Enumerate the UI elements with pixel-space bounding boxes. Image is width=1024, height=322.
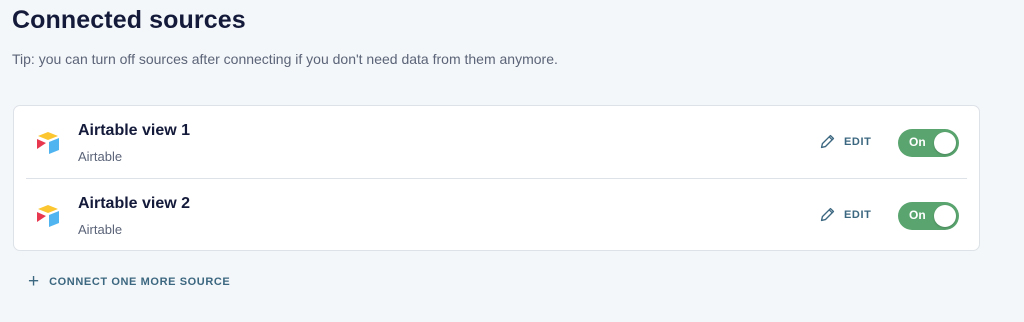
toggle-label: On	[909, 208, 926, 222]
edit-button[interactable]: EDIT	[819, 206, 871, 223]
page-title: Connected sources	[12, 6, 246, 34]
source-row: Airtable view 1 Airtable EDIT On	[14, 106, 979, 178]
sources-list: Airtable view 1 Airtable EDIT On Airtabl…	[13, 105, 980, 251]
plus-icon: +	[28, 271, 40, 292]
source-type: Airtable	[78, 222, 123, 237]
toggle-knob	[934, 132, 956, 154]
pencil-icon	[820, 134, 835, 149]
source-toggle[interactable]: On	[898, 129, 959, 157]
airtable-logo-icon	[37, 132, 59, 154]
source-name: Airtable view 2	[78, 195, 191, 212]
connect-more-source-button[interactable]: + CONNECT ONE MORE SOURCE	[28, 271, 231, 292]
toggle-label: On	[909, 135, 926, 149]
source-toggle[interactable]: On	[898, 202, 959, 230]
source-name: Airtable view 1	[78, 122, 191, 139]
airtable-logo-icon	[37, 205, 59, 227]
edit-label: EDIT	[844, 208, 872, 221]
connect-more-label: CONNECT ONE MORE SOURCE	[49, 276, 231, 288]
source-row: Airtable view 2 Airtable EDIT On	[14, 179, 979, 251]
source-type: Airtable	[78, 149, 123, 164]
connected-sources-page: Connected sources Tip: you can turn off …	[0, 0, 1024, 322]
tip-text: Tip: you can turn off sources after conn…	[12, 51, 558, 67]
pencil-icon	[820, 207, 835, 222]
toggle-knob	[934, 205, 956, 227]
edit-button[interactable]: EDIT	[819, 133, 871, 150]
edit-label: EDIT	[844, 135, 872, 148]
